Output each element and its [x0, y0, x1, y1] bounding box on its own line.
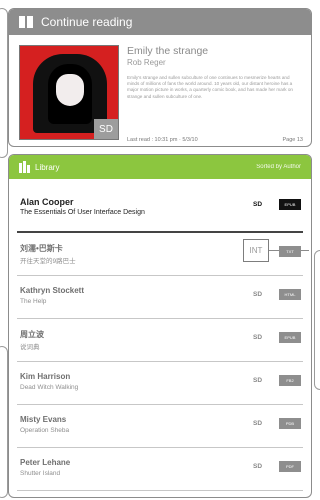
item-storage: SD: [253, 463, 263, 470]
sort-control[interactable]: Sorted by Author: [256, 164, 301, 170]
list-item[interactable]: 周立波 说词典 SD EPUB: [17, 319, 303, 362]
item-title: Dead Witch Walking: [20, 384, 79, 391]
book-description: Emily's strange and sullen subculture of…: [127, 75, 293, 99]
item-title: 说词典: [20, 344, 40, 351]
item-storage: SD: [253, 420, 263, 427]
list-item[interactable]: Peter Lehane Shutter Island SD PDF: [17, 448, 303, 491]
cover-face: [56, 74, 84, 106]
library-title: Library: [35, 162, 60, 172]
item-title: 开往天堂的9路巴士: [20, 258, 76, 265]
book-author: Rob Reger: [127, 58, 166, 67]
item-author: 刘濡•巴斯卡: [20, 244, 63, 253]
book-icon: [19, 16, 33, 28]
library-list: Alan Cooper The Essentials Of User Inter…: [9, 179, 311, 491]
list-item[interactable]: Kim Harrison Dead Witch Walking SD FB2: [17, 362, 303, 405]
item-storage: SD: [253, 201, 263, 208]
format-badge[interactable]: TXT: [279, 246, 301, 257]
item-title: Operation Sheba: [20, 427, 70, 434]
item-author: Misty Evans: [20, 415, 67, 424]
item-author: Kathryn Stockett: [20, 286, 85, 295]
list-item[interactable]: Alan Cooper The Essentials Of User Inter…: [17, 179, 303, 233]
right-edge-frame: [314, 250, 320, 390]
item-storage: SD: [253, 377, 263, 384]
item-title: Shutter Island: [20, 470, 61, 477]
item-title: The Help: [20, 298, 47, 305]
item-author: Kim Harrison: [20, 372, 71, 381]
item-author: 周立波: [20, 330, 44, 339]
library-icon: [19, 161, 30, 173]
item-storage: SD: [253, 291, 263, 298]
last-read: Last read : 10:31 pm · 5/3/10: [127, 137, 198, 143]
format-badge[interactable]: EPUB: [279, 332, 301, 343]
list-item[interactable]: Misty Evans Operation Sheba SD PDB: [17, 405, 303, 448]
format-badge[interactable]: HTML: [279, 289, 301, 300]
continue-reading-header: Continue reading: [9, 9, 311, 35]
format-badge[interactable]: PDB: [279, 418, 301, 429]
page-number: Page 13: [282, 137, 304, 143]
left-edge-frame-top: [0, 8, 8, 158]
item-author: Alan Cooper: [20, 197, 74, 207]
item-storage: SD: [253, 334, 263, 341]
list-item[interactable]: 刘濡•巴斯卡 开往天堂的9路巴士 INT TXT: [17, 233, 309, 276]
list-item[interactable]: Kathryn Stockett The Help SD HTML: [17, 276, 303, 319]
library-panel[interactable]: Library Sorted by Author Alan Cooper The…: [8, 154, 312, 498]
cover-sd-badge: SD: [94, 119, 118, 139]
format-badge[interactable]: FB2: [279, 375, 301, 386]
book-cover[interactable]: SD: [19, 45, 119, 140]
book-info: Emily the strange Rob Reger Emily's stra…: [127, 45, 303, 125]
book-title: Emily the strange: [127, 45, 209, 57]
format-badge[interactable]: EPUB: [279, 199, 301, 210]
item-title: The Essentials Of User Interface Design: [20, 209, 145, 216]
item-author: Peter Lehane: [20, 458, 71, 467]
format-badge[interactable]: PDF: [279, 461, 301, 472]
continue-reading-panel[interactable]: Continue reading SD Emily the strange Ro…: [8, 8, 312, 147]
continue-reading-title: Continue reading: [41, 15, 133, 29]
reading-meta: Last read : 10:31 pm · 5/3/10 Page 13: [127, 137, 303, 143]
storage-internal-badge: INT: [243, 239, 269, 262]
library-header: Library Sorted by Author: [9, 155, 311, 179]
left-edge-frame-bottom: [0, 346, 8, 498]
